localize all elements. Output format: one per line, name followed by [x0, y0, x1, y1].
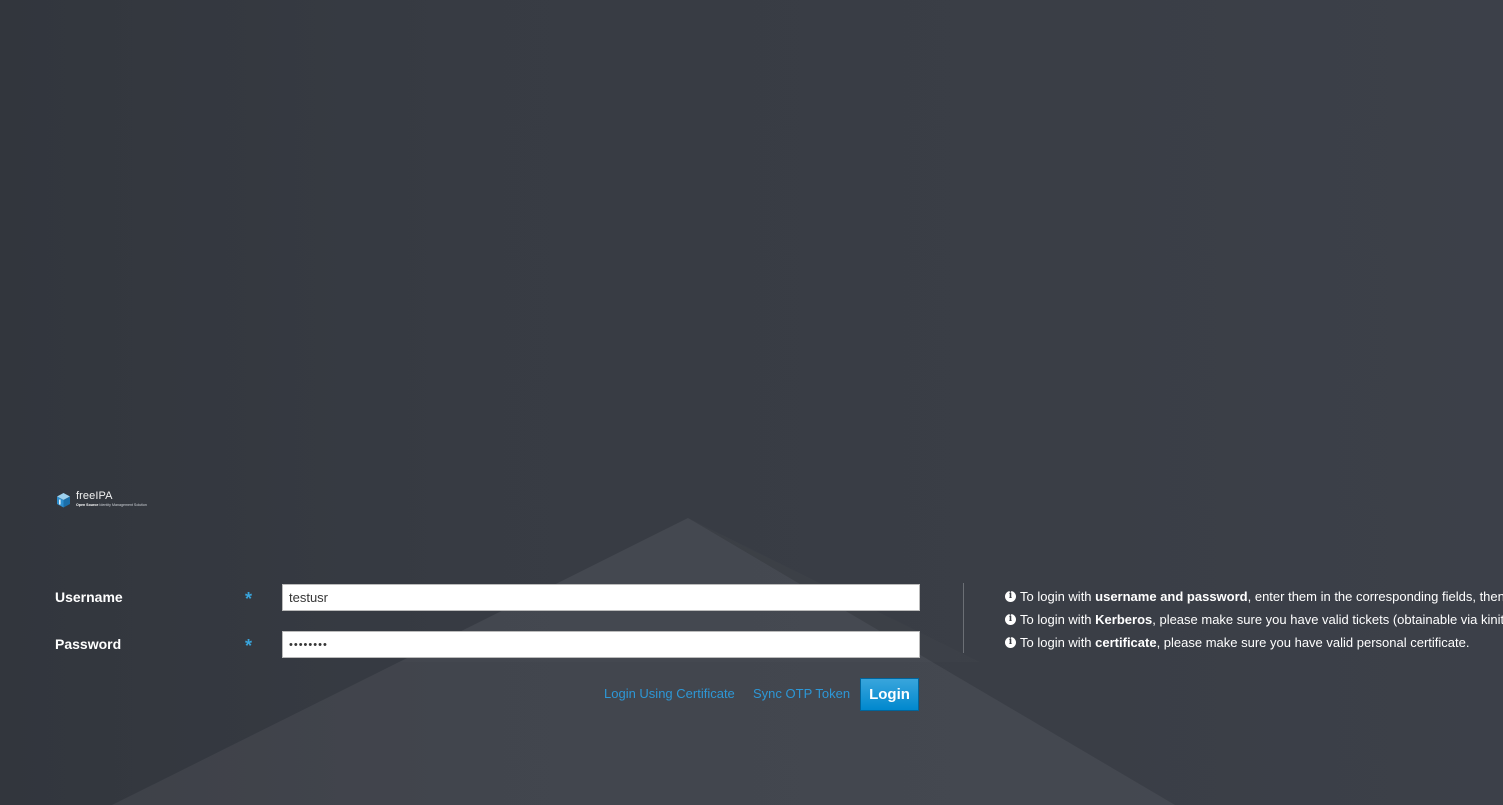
background-triangle-graphic [112, 518, 1175, 805]
password-required-icon: * [245, 636, 253, 656]
help-text: To login with username and password, ent… [1020, 589, 1503, 604]
brand-tagline: Open Source Identity Management Solution [76, 503, 147, 507]
form-help-divider [963, 583, 964, 653]
help-text: To login with certificate, please make s… [1020, 635, 1470, 650]
help-text: To login with Kerberos, please make sure… [1020, 612, 1503, 627]
info-icon: i [1005, 614, 1016, 625]
info-icon: i [1005, 637, 1016, 648]
username-input[interactable] [282, 584, 920, 611]
password-label: Password [55, 636, 122, 652]
info-icon: i [1005, 591, 1016, 602]
help-item-certificate: i To login with certificate, please make… [1005, 631, 1503, 654]
sync-otp-token-link[interactable]: Sync OTP Token [753, 686, 850, 701]
password-input[interactable] [282, 631, 920, 658]
help-item-kerberos: i To login with Kerberos, please make su… [1005, 608, 1503, 631]
help-item-password: i To login with username and password, e… [1005, 585, 1503, 608]
login-help-panel: i To login with username and password, e… [1005, 585, 1503, 654]
brand-name: freeIPA [76, 490, 113, 502]
username-required-icon: * [245, 589, 253, 609]
login-certificate-link[interactable]: Login Using Certificate [604, 686, 735, 701]
freeipa-cube-icon [57, 493, 70, 508]
username-label: Username [55, 589, 123, 605]
freeipa-logo: freeIPA Open Source Identity Management … [56, 491, 147, 508]
login-button[interactable]: Login [860, 678, 919, 711]
